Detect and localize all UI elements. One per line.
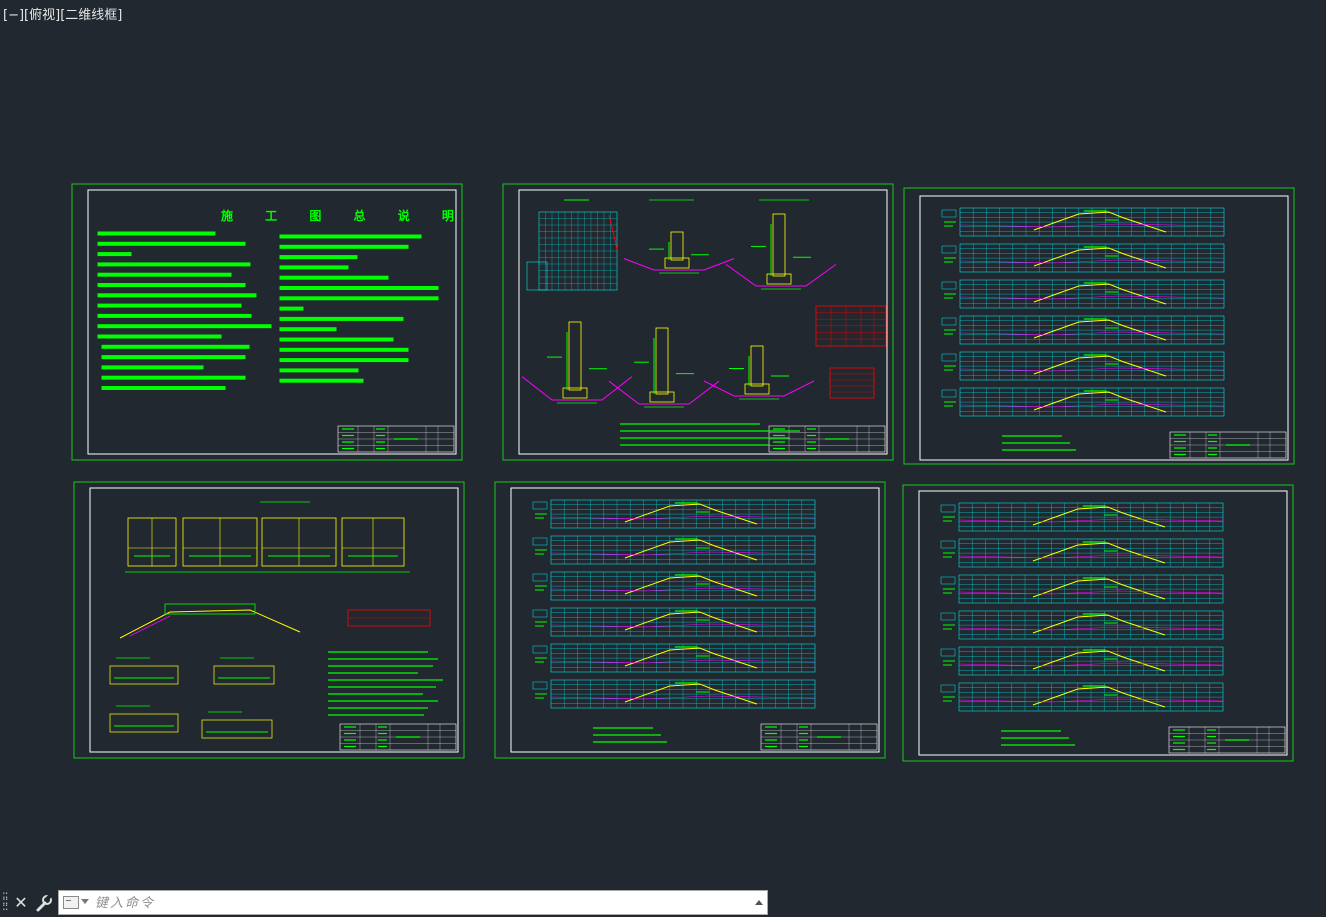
- profile-strip: [941, 351, 1225, 381]
- profile-strip: [532, 499, 816, 529]
- layout-sheet-s4[interactable]: [73, 481, 465, 759]
- profile-strip: [941, 387, 1225, 417]
- profile-strip: [940, 646, 1224, 676]
- profile-strip: [941, 315, 1225, 345]
- profile-strip: [941, 243, 1225, 273]
- layout-sheet-s6[interactable]: [902, 484, 1294, 762]
- chevron-down-icon[interactable]: [81, 899, 89, 904]
- profile-strip: [941, 279, 1225, 309]
- layout-sheet-s3[interactable]: [903, 187, 1295, 465]
- layout-sheet-s1[interactable]: 施 工 图 总 说 明: [71, 183, 468, 461]
- profile-strip: [940, 502, 1224, 532]
- profile-strip: [940, 574, 1224, 604]
- layout-sheet-s5[interactable]: [494, 481, 886, 759]
- grip-icon[interactable]: ::::::: [2, 889, 10, 914]
- profile-strip: [940, 538, 1224, 568]
- profile-strip: [532, 535, 816, 565]
- profile-strip: [940, 682, 1224, 712]
- model-space-canvas[interactable]: 施 工 图 总 说 明: [0, 0, 1326, 880]
- profile-strip: [941, 207, 1225, 237]
- profile-strip: [532, 607, 816, 637]
- profile-strip: [532, 571, 816, 601]
- chevron-up-icon[interactable]: [755, 900, 763, 905]
- wrench-icon[interactable]: [35, 893, 53, 913]
- layout-sheet-s2[interactable]: [502, 183, 894, 461]
- close-icon[interactable]: ✕: [13, 893, 29, 913]
- command-input[interactable]: [93, 893, 747, 914]
- command-line[interactable]: [58, 890, 768, 915]
- profile-strip: [940, 610, 1224, 640]
- profile-strip: [532, 643, 816, 673]
- command-prompt-icon[interactable]: [63, 896, 79, 909]
- profile-strip: [532, 679, 816, 709]
- sheet-title: 施 工 图 总 说 明: [221, 208, 468, 223]
